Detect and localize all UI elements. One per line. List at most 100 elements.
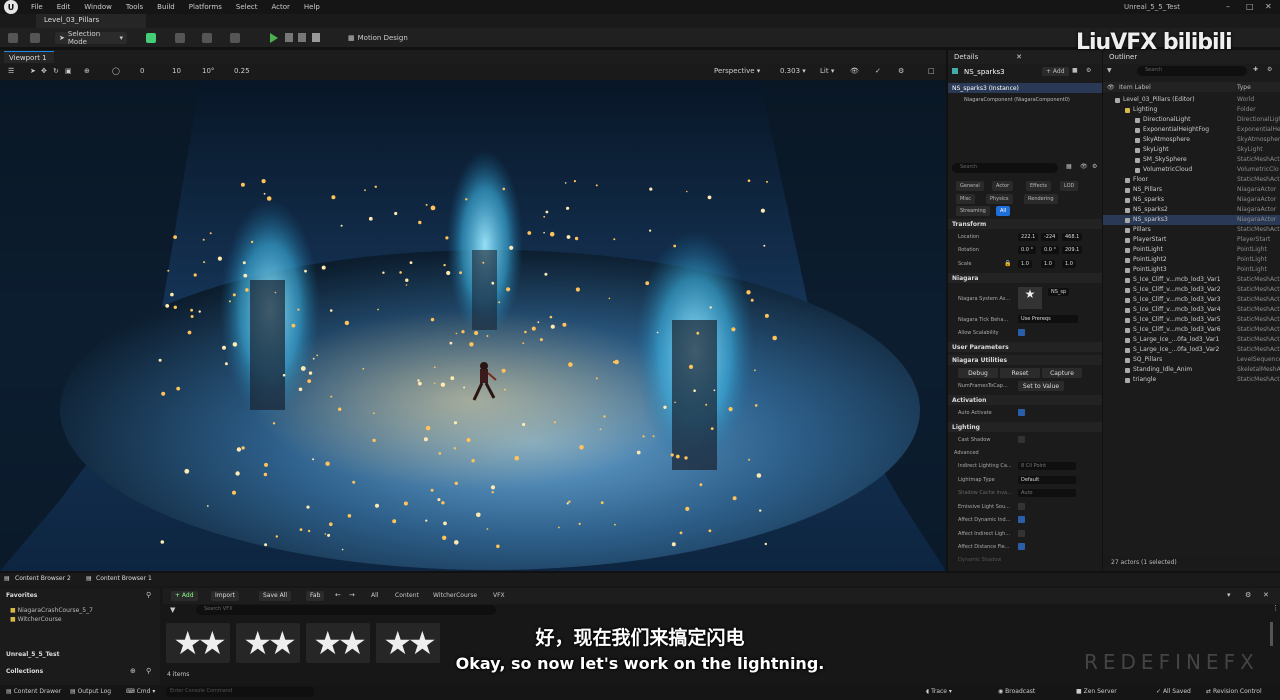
lighting-section[interactable]: Lighting [948, 422, 1102, 432]
motion-design-button[interactable]: ▦ Motion Design [348, 32, 408, 44]
stop-icon[interactable] [298, 33, 306, 42]
menu-file[interactable]: File [24, 3, 50, 11]
location-x[interactable]: 222.1 [1018, 233, 1039, 241]
shadow-cache-dropdown[interactable]: Auto [1018, 489, 1076, 497]
world-local-icon[interactable]: ◯ [112, 67, 120, 75]
outliner-row[interactable]: PointLight PointLight [1103, 245, 1280, 255]
outliner-row[interactable]: SQ_Pillars LevelSequence [1103, 355, 1280, 365]
category-all[interactable]: All [996, 206, 1011, 216]
fav-item-witcher[interactable]: ■ WitcherCourse [0, 616, 160, 623]
outliner-row[interactable]: Standing_Idle_Anim SkeletalMeshA [1103, 365, 1280, 375]
affect-distance-checkbox[interactable] [1018, 543, 1025, 550]
content-drawer-button[interactable]: ▤ Content Drawer [6, 688, 61, 695]
trace-dropdown[interactable]: ◖ Trace ▾ [926, 688, 952, 695]
outliner-row[interactable]: triangle StaticMeshAct [1103, 375, 1280, 385]
indirect-lighting-dropdown[interactable]: 8 Cll Point [1018, 462, 1076, 470]
scale-y[interactable]: 1.0 [1041, 260, 1055, 268]
selection-mode-dropdown[interactable]: ➤ Selection Mode ▾ [55, 30, 127, 46]
scale-tool-icon[interactable]: ▣ [65, 67, 72, 75]
debug-button[interactable]: Debug [958, 368, 998, 378]
activation-section[interactable]: Activation [948, 395, 1102, 405]
breadcrumb-vfx[interactable]: VFX [493, 592, 505, 599]
history-back-icon[interactable]: ← [335, 591, 341, 599]
affect-indirect-checkbox[interactable] [1018, 530, 1025, 537]
type-header[interactable]: Type [1237, 84, 1251, 91]
settings-icon[interactable]: ⚙ [1267, 66, 1272, 73]
actor-name[interactable]: NS_sparks3 [964, 68, 1005, 76]
fav-item-niagara[interactable]: ■ NiagaraCrashCourse_5_7 [0, 607, 160, 614]
close-icon[interactable]: ✕ [1265, 2, 1272, 11]
outliner-row[interactable]: NS_sparks2 NiagaraActor [1103, 205, 1280, 215]
niagara-section[interactable]: Niagara [948, 273, 1102, 283]
save-icon[interactable] [8, 32, 18, 44]
chevron-down-icon[interactable]: ▾ [1227, 591, 1231, 599]
output-log-button[interactable]: ▤ Output Log [70, 688, 111, 695]
close-tab-icon[interactable]: ✕ [1016, 53, 1022, 61]
maximize-viewport-icon[interactable]: □ [928, 67, 935, 75]
tick-behavior-dropdown[interactable]: Use Prereqs [1018, 315, 1078, 323]
settings-icon[interactable]: ⚙ [898, 67, 904, 75]
minimize-icon[interactable]: – [1226, 2, 1230, 11]
settings-icon[interactable]: ⚙ [1245, 591, 1251, 599]
category-physics[interactable]: Physics [986, 194, 1013, 204]
cast-shadow-checkbox[interactable] [1018, 436, 1025, 443]
add-button[interactable]: + Add [171, 591, 198, 601]
rotation-z[interactable]: 209.1 [1062, 246, 1083, 254]
capture-button[interactable]: Capture [1042, 368, 1082, 378]
outliner-row[interactable]: S_Ice_Cliff_v...mcb_lod3_Var1 StaticMeshA… [1103, 275, 1280, 285]
niagara-utilities-section[interactable]: Niagara Utilities [948, 355, 1102, 365]
advanced-label[interactable]: Advanced [954, 450, 979, 456]
history-forward-icon[interactable]: → [349, 591, 355, 599]
lit-dropdown[interactable]: Lit ▾ [820, 67, 834, 75]
outliner-row[interactable]: Level_03_Pillars (Editor) World [1103, 95, 1280, 105]
camera-speed-dropdown[interactable]: 0.303 ▾ [780, 67, 806, 75]
perspective-dropdown[interactable]: Perspective ▾ [714, 67, 760, 75]
breadcrumb-content[interactable]: Content [395, 592, 419, 599]
rotation-x[interactable]: 0.0 ° [1018, 246, 1037, 254]
reset-button[interactable]: Reset [1000, 368, 1040, 378]
category-effects[interactable]: Effects [1026, 181, 1051, 191]
add-filter-icon[interactable]: ✚ [1253, 66, 1258, 73]
add-component-button[interactable]: + Add [1042, 67, 1069, 76]
import-button[interactable]: Import [211, 591, 239, 601]
outliner-row[interactable]: S_Large_Ice_...0fa_lod3_Var2 StaticMeshAc… [1103, 345, 1280, 355]
settings-icon[interactable]: ⚙ [1092, 163, 1097, 170]
outliner-row[interactable]: Lighting Folder [1103, 105, 1280, 115]
grid-view-icon[interactable]: ▦ [1066, 163, 1072, 170]
lock-icon[interactable]: 🔒 [1004, 260, 1011, 267]
zen-server-button[interactable]: ■ Zen Server [1076, 688, 1117, 695]
scale-snap-value[interactable]: 0.25 [234, 67, 250, 75]
outliner-row[interactable]: NS_sparks3 NiagaraActor [1103, 215, 1280, 225]
outliner-row[interactable]: S_Ice_Cliff_v...mcb_lod3_Var4 StaticMeshA… [1103, 305, 1280, 315]
browse-icon[interactable] [30, 32, 40, 44]
outliner-row[interactable]: PlayerStart PlayerStart [1103, 235, 1280, 245]
niagara-system-thumbnail-icon[interactable]: ★ [1018, 287, 1042, 309]
category-streaming[interactable]: Streaming [956, 206, 990, 216]
outliner-row[interactable]: SM_SkySphere StaticMeshAct [1103, 155, 1280, 165]
affect-dynamic-checkbox[interactable] [1018, 516, 1025, 523]
menu-tools[interactable]: Tools [119, 3, 150, 11]
realtime-icon[interactable]: ✓ [875, 67, 881, 75]
revision-control-button[interactable]: ⇄ Revision Control [1206, 688, 1262, 695]
outliner-row[interactable]: S_Large_Ice_...0fa_lod3_Var1 StaticMeshAc… [1103, 335, 1280, 345]
outliner-row[interactable]: Floor StaticMeshAct [1103, 175, 1280, 185]
scale-z[interactable]: 1.0 [1062, 260, 1076, 268]
outliner-row[interactable]: S_Ice_Cliff_v...mcb_lod3_Var5 StaticMeshA… [1103, 315, 1280, 325]
outliner-row[interactable]: NS_sparks NiagaraActor [1103, 195, 1280, 205]
user-parameters-section[interactable]: User Parameters [948, 342, 1102, 352]
breadcrumb-all[interactable]: All [371, 592, 378, 599]
pause-icon[interactable] [285, 33, 293, 42]
menu-edit[interactable]: Edit [50, 3, 78, 11]
search-icon[interactable]: ⚲ [146, 591, 151, 599]
outliner-row[interactable]: SkyAtmosphere SkyAtmosphere [1103, 135, 1280, 145]
category-rendering[interactable]: Rendering [1024, 194, 1058, 204]
maximize-icon[interactable]: □ [1246, 2, 1254, 11]
settings-icon[interactable]: ⚙ [1086, 67, 1091, 74]
fab-button[interactable]: Fab [306, 591, 325, 601]
outliner-row[interactable]: S_Ice_Cliff_v...mcb_lod3_Var6 StaticMeshA… [1103, 325, 1280, 335]
category-actor[interactable]: Actor [992, 181, 1014, 191]
move-tool-icon[interactable]: ✥ [41, 67, 47, 75]
blueprint-icon[interactable] [175, 32, 185, 44]
level-tab[interactable]: Level_03_Pillars [36, 14, 146, 28]
menu-help[interactable]: Help [297, 3, 327, 11]
